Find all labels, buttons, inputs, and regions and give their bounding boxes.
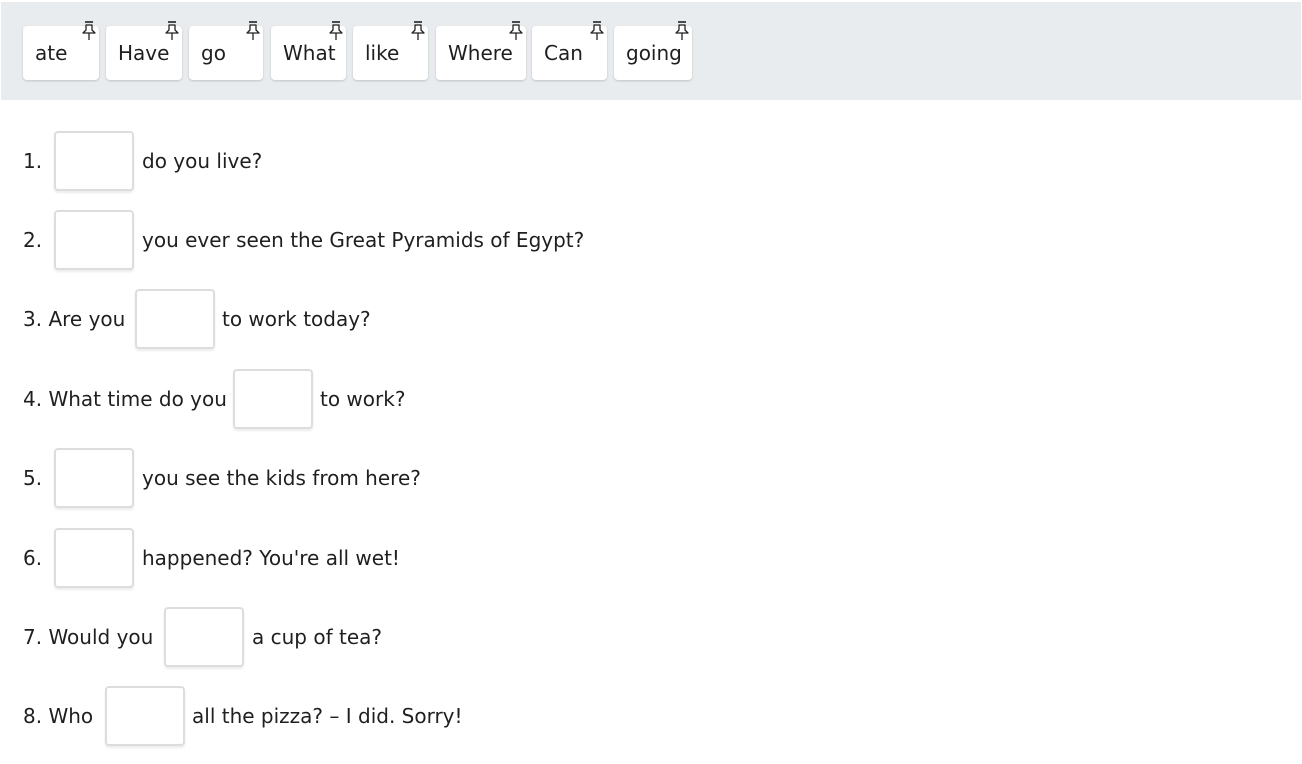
answer-drop-zone[interactable] [233,369,313,429]
question-row: 1. do you live? [23,131,623,191]
pin-icon[interactable] [81,20,97,42]
answer-drop-zone[interactable] [54,210,134,270]
word-chip-where[interactable]: Where [436,21,526,80]
question-suffix: do you live? [142,149,263,173]
question-prefix: 6. [23,546,43,570]
chip-label: ate [35,41,68,65]
question-row: 4. What time do you to work? [23,369,623,429]
question-row: 7. Would you a cup of tea? [23,607,623,667]
word-chip-can[interactable]: Can [532,21,607,80]
question-prefix: 2. [23,228,43,252]
word-chip-going[interactable]: going [614,21,692,80]
pin-icon[interactable] [589,20,605,42]
question-suffix: all the pizza? – I did. Sorry! [192,704,463,728]
pin-icon[interactable] [508,20,524,42]
chip-label: like [365,41,400,65]
pin-icon[interactable] [410,20,426,42]
question-suffix: a cup of tea? [252,625,382,649]
word-chip-go[interactable]: go [189,21,263,80]
question-prefix: 7. Would you [23,625,154,649]
chip-label: go [201,41,226,65]
chip-label: Have [118,41,170,65]
question-prefix: 8. Who [23,704,94,728]
chip-label: What [283,41,336,65]
pin-icon[interactable] [164,20,180,42]
word-chip-have[interactable]: Have [106,21,182,80]
word-chip-what[interactable]: What [271,21,346,80]
answer-drop-zone[interactable] [54,131,134,191]
question-suffix: to work today? [222,307,371,331]
question-row: 3. Are you to work today? [23,289,623,349]
answer-drop-zone[interactable] [54,448,134,508]
chip-label: going [626,41,682,65]
word-chip-ate[interactable]: ate [23,21,99,80]
question-suffix: to work? [320,387,406,411]
question-prefix: 1. [23,149,43,173]
answer-drop-zone[interactable] [135,289,215,349]
pin-icon[interactable] [328,20,344,42]
question-prefix: 5. [23,466,43,490]
question-suffix: happened? You're all wet! [142,546,400,570]
pin-icon[interactable] [245,20,261,42]
answer-drop-zone[interactable] [54,528,134,588]
chip-label: Where [448,41,513,65]
word-bank: ate Have go What like Where Can going [1,2,1301,100]
word-chip-like[interactable]: like [353,21,428,80]
question-row: 8. Who all the pizza? – I did. Sorry! [23,686,623,746]
question-prefix: 3. Are you [23,307,126,331]
answer-drop-zone[interactable] [105,686,185,746]
chip-label: Can [544,41,583,65]
question-row: 6. happened? You're all wet! [23,528,623,588]
question-prefix: 4. What time do you [23,387,227,411]
question-row: 5. you see the kids from here? [23,448,623,508]
question-suffix: you ever seen the Great Pyramids of Egyp… [142,228,585,252]
pin-icon[interactable] [674,20,690,42]
question-suffix: you see the kids from here? [142,466,421,490]
answer-drop-zone[interactable] [164,607,244,667]
question-row: 2. you ever seen the Great Pyramids of E… [23,210,673,270]
